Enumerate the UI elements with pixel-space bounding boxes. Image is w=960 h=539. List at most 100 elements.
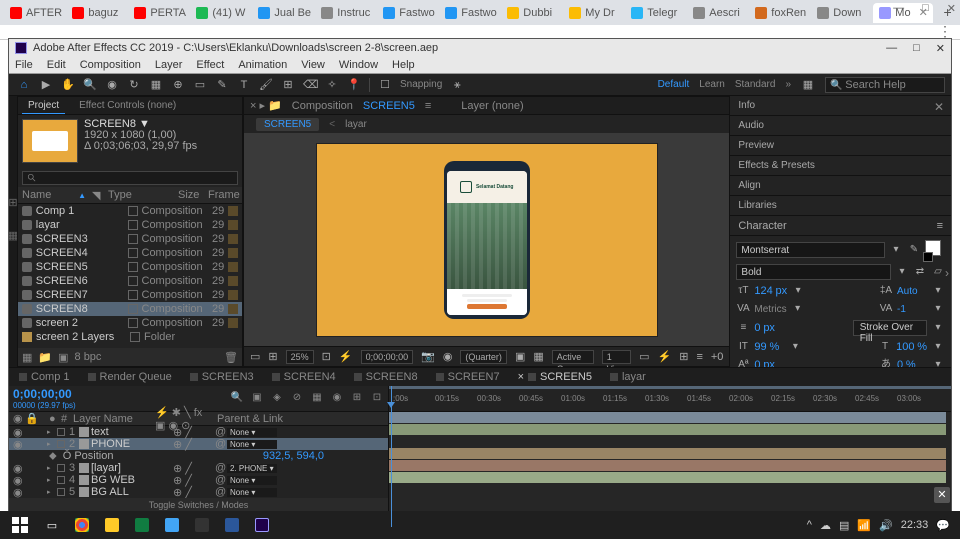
parent-select[interactable]: None ▾ [227,476,277,485]
browser-tab[interactable]: Fastwo [439,3,499,23]
timeline-tab[interactable]: Render Queue [84,371,176,383]
current-timecode[interactable]: 0;00;00;00 [13,387,76,401]
menu-window[interactable]: Window [339,59,378,71]
track[interactable] [389,460,951,472]
project-item[interactable]: SCREEN6Composition29 [18,274,242,288]
pan-behind-icon[interactable]: ⊕ [171,78,185,92]
search-help-input[interactable]: 🔍 Search Help [825,77,945,93]
shape-tool-icon[interactable]: ▭ [193,78,207,92]
col-layer-name[interactable]: Layer Name [73,413,153,425]
breadcrumb-item[interactable]: layar [345,119,367,130]
col-label-icon[interactable]: ◥ [92,189,102,202]
label-color[interactable] [130,332,140,342]
layer-bar[interactable] [389,448,946,459]
project-item[interactable]: SCREEN8Composition29 [18,302,242,316]
stroke-width-value[interactable]: 0 px [754,322,784,334]
hide-shy-icon[interactable]: ⊘ [290,392,304,406]
timeline-tab[interactable]: SCREEN7 [432,371,504,383]
ae-minimize-icon[interactable]: — [886,42,897,55]
eraser-tool-icon[interactable]: ⌫ [303,78,317,92]
label-color[interactable] [128,290,138,300]
track[interactable] [389,472,951,484]
project-item[interactable]: SCREEN7Composition29 [18,288,242,302]
font-weight-select[interactable]: Bold [736,264,891,280]
breadcrumb-item[interactable]: SCREEN5 [256,118,319,131]
project-item[interactable]: screen 2Composition29 [18,316,242,330]
project-item[interactable]: SCREEN5Composition29 [18,260,242,274]
playhead[interactable] [391,386,392,527]
label-color[interactable] [128,276,138,286]
grid-icon[interactable]: ⊞ [268,350,277,363]
label-color[interactable] [128,304,138,314]
project-item[interactable]: screen 2 LayersFolder [18,330,242,344]
transparency-icon[interactable]: ▦ [533,350,543,363]
visibility-icon[interactable]: ◉ [13,486,23,499]
workspace-learn[interactable]: Learn [699,79,725,90]
project-item[interactable]: Comp 1Composition29 [18,204,242,218]
frame-blend-icon[interactable]: ▦ [310,392,324,406]
tray-wifi-icon[interactable]: 📶 [857,519,871,532]
popup-close-icon[interactable]: ✕ [934,487,950,503]
layer-property[interactable]: ⬥Ŏ Position932,5, 594,0 [9,450,388,462]
taskbar-app[interactable] [158,513,186,537]
workspace-standard[interactable]: Standard [735,79,776,90]
panel-libraries[interactable]: Libraries [730,196,951,216]
stroke-color-swatch[interactable] [923,252,933,262]
workspace-more-icon[interactable]: » [785,79,791,90]
clone-tool-icon[interactable]: ⊞ [281,78,295,92]
zoom-select[interactable]: 25% [286,350,314,364]
interpret-icon[interactable]: ▦ [22,351,32,364]
timeline-tab[interactable]: SCREEN3 [186,371,258,383]
eyedropper-icon[interactable]: ✎ [907,243,921,257]
task-view-icon[interactable]: ▭ [38,513,66,537]
browser-tab[interactable]: Down [811,3,871,23]
composition-viewer[interactable]: Selamat Datang [244,133,729,346]
tray-notifications-icon[interactable]: 💬 [936,519,950,532]
draft3d-icon[interactable]: ◈ [270,392,284,406]
roto-tool-icon[interactable]: ✧ [325,78,339,92]
layer-bar[interactable] [389,460,946,471]
panel-align[interactable]: Align [730,176,951,196]
maximize-icon[interactable]: □ [922,2,929,15]
menu-animation[interactable]: Animation [238,59,287,71]
layer-bar[interactable] [389,412,946,423]
timeline-layer[interactable]: ◉▸5BG ALL⊕ ╱@None ▾ [9,486,388,498]
toolbar-extra-icon[interactable]: ▦ [801,78,815,92]
dropdown-arrow-icon[interactable]: ▾ [895,265,909,279]
timeline-layer[interactable]: ◉▸3[layar]⊕ ╱@2. PHONE ▾ [9,462,388,474]
project-item[interactable]: SCREEN3Composition29 [18,232,242,246]
label-color[interactable] [128,318,138,328]
browser-tab[interactable]: baguz [66,3,126,23]
tab-project[interactable]: Project [22,98,65,114]
font-size-value[interactable]: 124 px [754,285,787,297]
label-color[interactable] [128,262,138,272]
tray-clock[interactable]: 22:33 [901,519,929,531]
snapping-label[interactable]: Snapping [400,79,442,90]
chevron-right-icon[interactable]: › [945,266,949,280]
exposure-icon[interactable]: +0 [711,351,724,363]
parent-select[interactable]: None ▾ [227,428,277,437]
browser-tab[interactable]: Fastwo [377,3,437,23]
more-icon[interactable]: ⊡ [370,392,384,406]
menu-help[interactable]: Help [392,59,415,71]
label-color[interactable] [128,234,138,244]
taskbar-after-effects[interactable] [248,513,276,537]
menu-layer[interactable]: Layer [155,59,183,71]
track[interactable] [389,448,951,460]
hand-tool-icon[interactable]: ✋ [61,78,75,92]
character-panel-title[interactable]: Character [738,220,786,231]
browser-tab[interactable]: AFTER [4,3,64,23]
timecode-display[interactable]: 0;00;00;00 [361,350,414,364]
browser-tab[interactable]: Jual Be [252,3,313,23]
taskbar-app[interactable] [188,513,216,537]
timeline-ruler[interactable]: :00s00:15s00:30s00:45s01:00s01:15s01:30s… [389,386,951,412]
layer-bar[interactable] [389,472,946,483]
graph-editor-icon[interactable]: ⊞ [350,392,364,406]
label-color[interactable] [128,206,138,216]
font-family-select[interactable]: Montserrat [736,242,885,258]
pixel-aspect-icon[interactable]: ▭ [639,350,649,363]
ae-close-icon[interactable]: ✕ [936,42,945,55]
no-fill-icon[interactable]: ▱ [931,265,945,279]
project-search-input[interactable] [22,171,238,185]
col-name[interactable]: Name [22,189,72,201]
